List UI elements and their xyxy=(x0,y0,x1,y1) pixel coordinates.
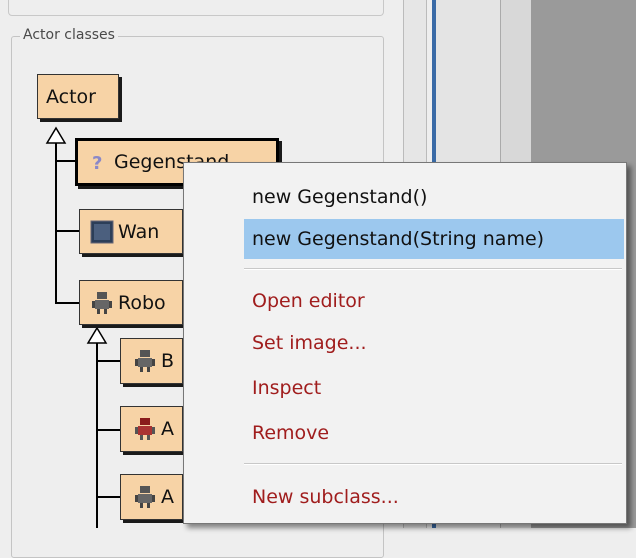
class-actor[interactable]: Actor xyxy=(37,74,119,119)
tree-line xyxy=(96,429,120,431)
top-panel xyxy=(8,0,384,16)
class-roboter[interactable]: Robo xyxy=(79,280,183,325)
tree-line xyxy=(55,143,57,303)
question-mark-icon: ? xyxy=(86,150,110,174)
class-child-2[interactable]: A xyxy=(120,406,183,452)
context-menu: new Gegenstand() new Gegenstand(String n… xyxy=(183,162,627,524)
tree-line xyxy=(55,302,79,304)
menu-new-subclass[interactable]: New subclass... xyxy=(244,477,624,517)
menu-new-gegenstand[interactable]: new Gegenstand() xyxy=(244,177,624,217)
menu-separator xyxy=(244,268,622,270)
menu-open-editor[interactable]: Open editor xyxy=(244,281,624,321)
tree-line xyxy=(96,496,120,498)
red-robot-icon xyxy=(133,417,157,441)
menu-set-image[interactable]: Set image... xyxy=(244,323,624,363)
menu-new-gegenstand-with-name[interactable]: new Gegenstand(String name) xyxy=(244,219,624,259)
menu-inspect[interactable]: Inspect xyxy=(244,368,624,408)
menu-separator xyxy=(244,463,622,465)
class-wand[interactable]: Wan xyxy=(79,209,183,254)
actor-classes-legend: Actor classes xyxy=(20,27,118,43)
class-child-3-label: A xyxy=(161,486,174,508)
class-child-1-label: B xyxy=(161,350,175,372)
robot-icon xyxy=(90,291,114,315)
tree-line xyxy=(96,343,98,528)
class-actor-label: Actor xyxy=(46,85,96,108)
wall-image-icon xyxy=(90,220,114,244)
robot-icon xyxy=(133,349,157,373)
svg-text:?: ? xyxy=(92,153,102,173)
class-child-1[interactable]: B xyxy=(120,338,183,384)
class-child-2-label: A xyxy=(161,418,174,440)
tree-line xyxy=(55,230,79,232)
class-roboter-label: Robo xyxy=(118,291,166,314)
tree-line xyxy=(96,360,120,362)
class-child-3[interactable]: A xyxy=(120,474,183,520)
class-wand-label: Wan xyxy=(118,220,160,243)
robot-icon xyxy=(133,485,157,509)
menu-remove[interactable]: Remove xyxy=(244,413,624,453)
